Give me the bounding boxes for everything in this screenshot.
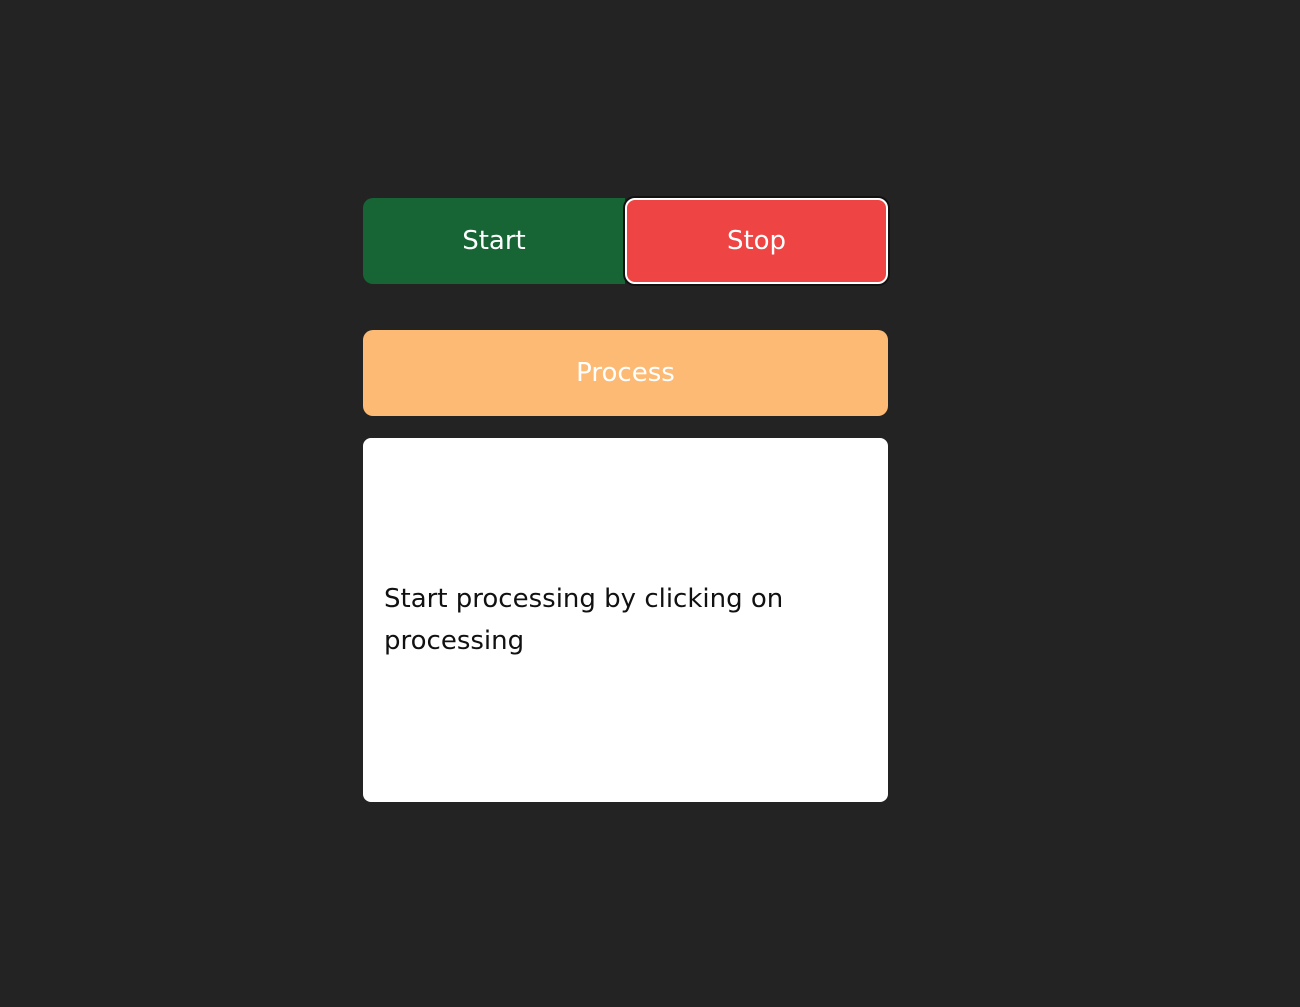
output-panel: Start processing by clicking on processi… — [363, 438, 888, 802]
process-button[interactable]: Process — [363, 330, 888, 416]
start-stop-row: Start Stop — [363, 198, 888, 284]
output-message: Start processing by clicking on processi… — [384, 584, 784, 656]
start-button[interactable]: Start — [363, 198, 625, 284]
control-panel: Start Stop Process Start processing by c… — [363, 198, 888, 802]
stop-button[interactable]: Stop — [625, 198, 888, 284]
